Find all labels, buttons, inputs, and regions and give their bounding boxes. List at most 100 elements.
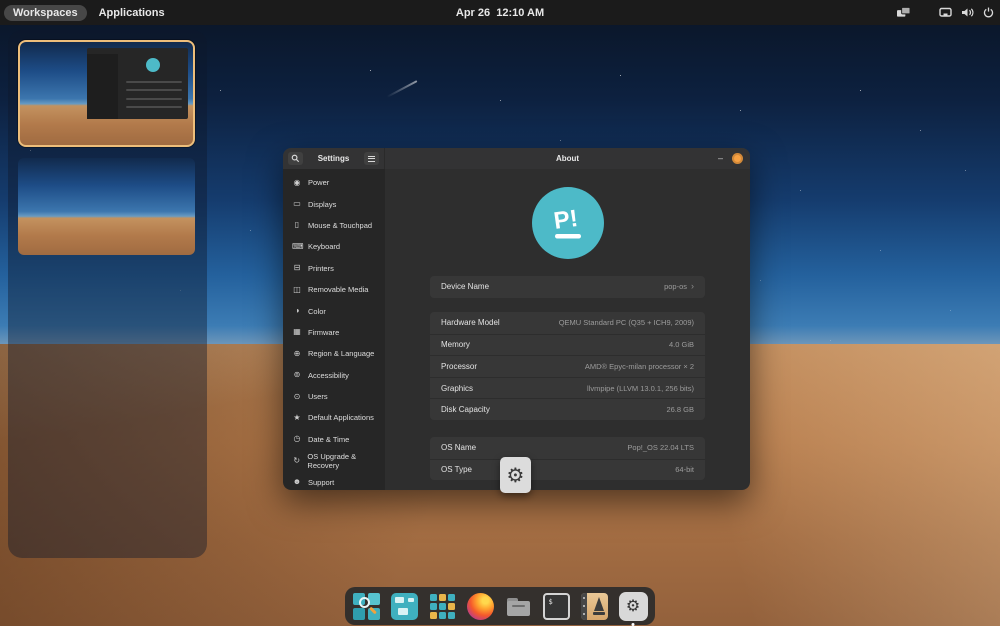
window-body: ◉ Power ▭ Displays ▯ Mouse & Touchpad ⌨ … [283,169,750,490]
sidebar-item-mouse-touchpad[interactable]: ▯ Mouse & Touchpad [283,215,385,236]
mini-row [126,98,182,100]
magnifier-icon [359,597,370,608]
sidebar-item-label: Date & Time [308,435,349,444]
gear-icon: ⚙ [626,596,640,616]
sidebar-item-color[interactable]: ◑ Color [283,300,385,321]
sidebar-item-accessibility[interactable]: ⊚ Accessibility [283,365,385,386]
row-value: 4.0 GiB [669,340,694,349]
terminal-prompt: $ [549,598,553,606]
top-bar: Workspaces Applications Apr 26 12:10 AM [0,0,1000,25]
settings-drag-ghost[interactable]: ⚙ [500,457,531,493]
os-upgrade-icon: ↻ [292,457,301,465]
sidebar-item-label: Region & Language [308,349,374,358]
sidebar-item-support[interactable]: ☻ Support [283,471,385,490]
os-type-row: OS Type 64-bit [430,459,705,481]
dock-applications-icon[interactable] [429,593,456,620]
sidebar-item-label: Support [308,478,334,487]
search-button[interactable] [288,152,303,165]
sidebar-item-power[interactable]: ◉ Power [283,172,385,193]
settings-window: Settings About – ◉ Power ▭ Displays ▯ [283,148,750,490]
firmware-icon: ▦ [292,328,302,336]
sidebar-item-displays[interactable]: ▭ Displays [283,193,385,214]
dock-terminal-icon[interactable]: $ [543,593,570,620]
sidebar-item-removable-media[interactable]: ◫ Removable Media [283,279,385,300]
sidebar-item-keyboard[interactable]: ⌨ Keyboard [283,236,385,257]
sidebar-item-users[interactable]: ⊙ Users [283,386,385,407]
disk-capacity-row: Disk Capacity 26.8 GB [430,398,705,420]
sidebar-item-date-time[interactable]: ◷ Date & Time [283,429,385,450]
titlebar-sidebar-section: Settings [283,148,385,169]
hardware-info-card: Hardware Model QEMU Standard PC (Q35 + I… [430,312,705,420]
row-value: 26.8 GB [666,405,694,414]
mini-pop-logo [146,58,160,72]
mini-window-sidebar [87,54,117,119]
dock-workspaces-icon[interactable] [391,593,418,620]
dock-settings-icon[interactable]: ⚙ [619,592,648,621]
sidebar-item-label: Removable Media [308,285,368,294]
device-name-card: Device Name pop-os › [430,276,705,298]
row-value: AMD® Epyc-milan processor × 2 [585,362,694,371]
keyboard-icon: ⌨ [292,243,302,251]
volume-icon[interactable] [961,7,974,18]
window-controls: – [718,148,743,169]
row-value: QEMU Standard PC (Q35 + ICH9, 2009) [559,318,694,327]
device-name-value: pop-os [664,282,687,291]
chevron-right-icon: › [691,282,694,291]
menu-button[interactable] [364,152,379,165]
sidebar-item-printers[interactable]: ⊟ Printers [283,258,385,279]
window-title: Settings [307,154,360,163]
about-pane: P! Device Name pop-os › Hardware Model Q… [385,169,750,490]
users-icon: ⊙ [292,393,302,401]
sidebar-item-label: Users [308,392,328,401]
page-title: About [556,154,579,163]
power-icon[interactable] [983,7,994,18]
sidebar-item-default-applications[interactable]: ★ Default Applications [283,407,385,428]
titlebar-main-section: About – [385,148,750,169]
power-icon: ◉ [292,179,302,187]
stars [0,30,1,31]
workspaces-menu[interactable]: Workspaces [4,5,87,21]
row-label: Device Name [441,282,489,291]
printers-icon: ⊟ [292,264,302,272]
dock-launcher-icon[interactable] [353,593,380,620]
sidebar-item-firmware[interactable]: ▦ Firmware [283,322,385,343]
sidebar-item-label: Keyboard [308,242,340,251]
sidebar-item-os-upgrade-recovery[interactable]: ↻ OS Upgrade & Recovery [283,450,385,471]
sidebar-item-label: Default Applications [308,413,374,422]
sidebar-item-region-language[interactable]: ⊕ Region & Language [283,343,385,364]
workspaces-panel [8,30,207,558]
row-label: Processor [441,362,477,371]
mouse-icon: ▯ [292,221,302,229]
dock-files-icon[interactable] [505,593,532,620]
windows-icon[interactable] [896,6,911,19]
titlebar[interactable]: Settings About – [283,148,750,169]
applications-menu[interactable]: Applications [99,7,165,19]
dock: $ ⚙ [345,587,655,625]
row-label: OS Name [441,443,476,452]
dock-pop-shop-icon[interactable] [581,593,608,620]
minimize-button[interactable]: – [718,154,723,163]
sidebar-item-label: Accessibility [308,371,349,380]
memory-row: Memory 4.0 GiB [430,334,705,356]
mini-row [126,106,182,108]
sidebar-item-label: Printers [308,264,334,273]
close-button[interactable] [732,153,743,164]
color-icon: ◑ [292,307,302,315]
mini-row [126,81,182,83]
sidebar-item-label: Displays [308,200,336,209]
device-name-row[interactable]: Device Name pop-os › [430,276,705,298]
mini-row [126,89,182,91]
row-value: 64-bit [675,465,694,474]
workspace-thumbnail-2[interactable] [18,158,195,255]
displays-icon: ▭ [292,200,302,208]
graphics-row: Graphics llvmpipe (LLVM 13.0.1, 256 bits… [430,377,705,399]
sidebar-item-label: OS Upgrade & Recovery [307,452,385,470]
row-label: Disk Capacity [441,405,490,414]
workspace-thumbnail-1[interactable] [18,40,195,147]
row-label: OS Type [441,465,472,474]
display-icon[interactable] [939,7,952,18]
pop-os-logo: P! [532,187,604,259]
dock-firefox-icon[interactable] [467,593,494,620]
date-time-icon: ◷ [292,435,302,443]
default-apps-icon: ★ [292,414,302,422]
